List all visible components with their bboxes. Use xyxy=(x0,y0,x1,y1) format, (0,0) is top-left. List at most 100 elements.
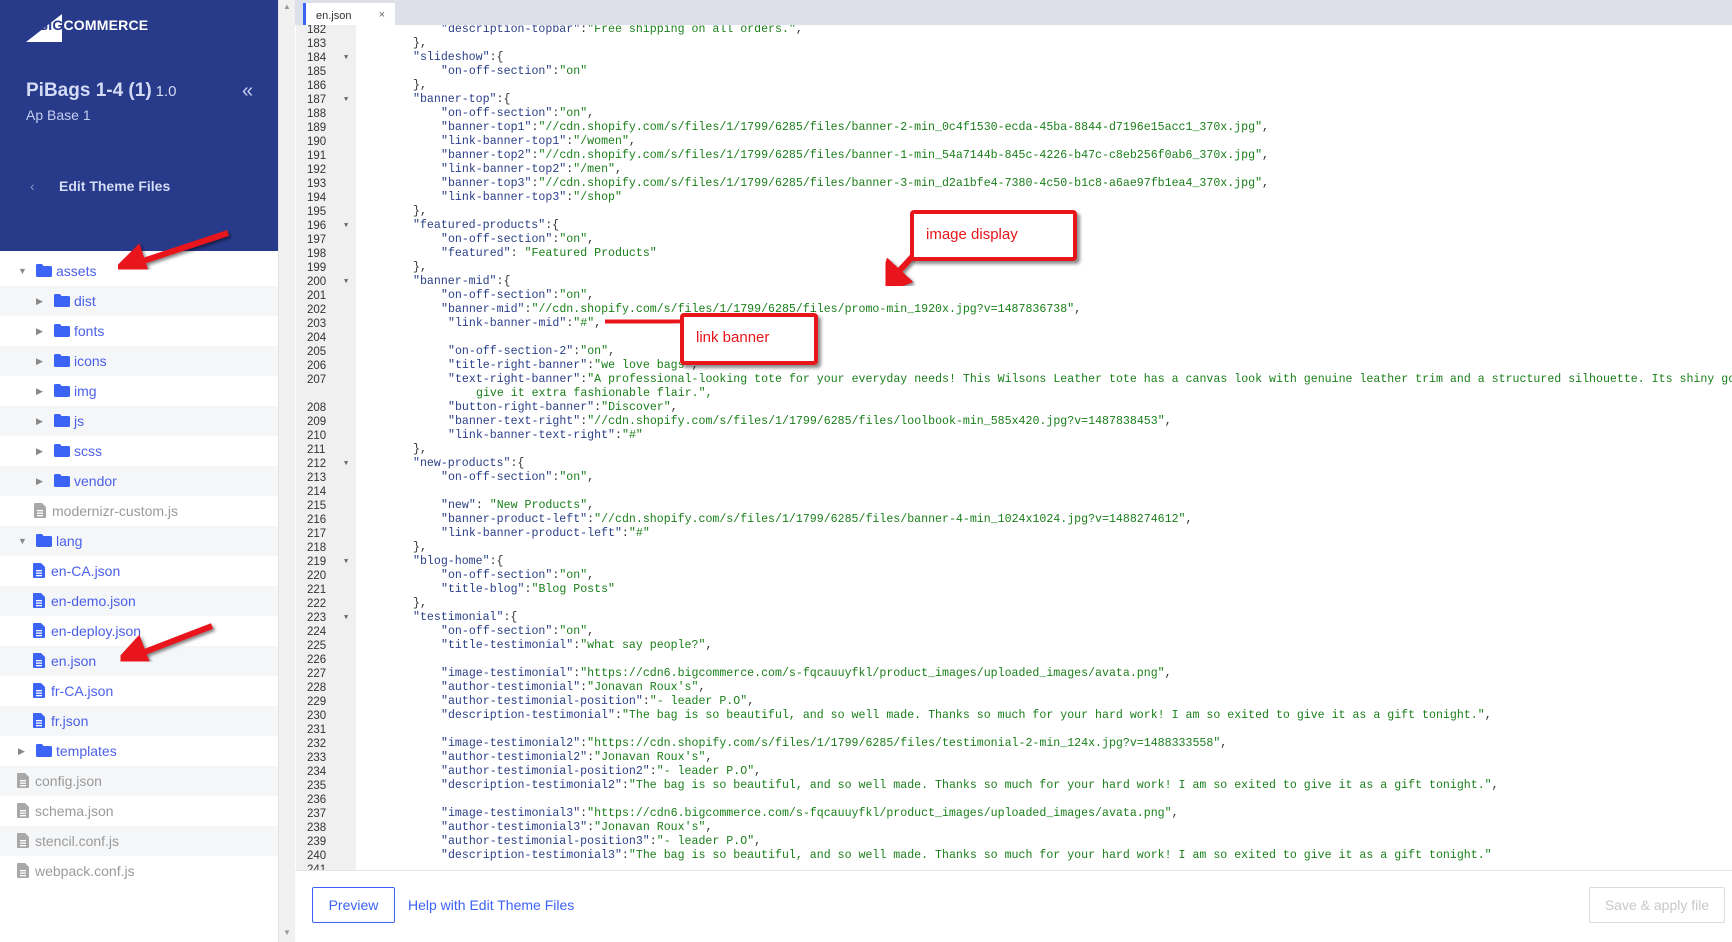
fold-toggle-icon[interactable]: ▼ xyxy=(344,219,348,233)
code-line[interactable]: 225 "title-testimonial":"what say people?… xyxy=(295,639,1732,653)
caret-down-icon[interactable]: ▼ xyxy=(18,266,27,276)
code-line[interactable]: 217 "link-banner-product-left":"#" xyxy=(295,527,1732,541)
caret-right-icon[interactable]: ▶ xyxy=(36,446,43,457)
code-line[interactable]: 231 xyxy=(295,723,1732,737)
code-line[interactable]: 184 ▼ "slideshow":{ xyxy=(295,51,1732,65)
code-line[interactable]: 235 "description-testimonial2":"The bag i… xyxy=(295,779,1732,793)
fold-toggle-icon[interactable]: ▼ xyxy=(344,275,348,289)
tree-item-fr-ca-json[interactable]: fr-CA.json xyxy=(0,676,278,706)
code-line[interactable]: give it extra fashionable flair.", xyxy=(295,387,1732,401)
tree-item-lang[interactable]: ▼ lang xyxy=(0,526,278,556)
code-line[interactable]: 222}, xyxy=(295,597,1732,611)
code-line[interactable]: 228 "author-testimonial":"Jonavan Roux's"… xyxy=(295,681,1732,695)
code-line[interactable]: 200 ▼ "banner-mid":{ xyxy=(295,275,1732,289)
code-line[interactable]: 190 "link-banner-top1":"/women", xyxy=(295,135,1732,149)
help-link[interactable]: Help with Edit Theme Files xyxy=(408,897,574,913)
code-line[interactable]: 199}, xyxy=(295,261,1732,275)
code-line[interactable]: 218}, xyxy=(295,541,1732,555)
code-line[interactable]: 209 "banner-text-right":"//cdn.shopify.co… xyxy=(295,415,1732,429)
fold-toggle-icon[interactable]: ▼ xyxy=(344,93,348,107)
code-line[interactable]: 226 xyxy=(295,653,1732,667)
caret-right-icon[interactable]: ▶ xyxy=(18,746,25,757)
code-line[interactable]: 204 xyxy=(295,331,1732,345)
tree-item-en-deploy-json[interactable]: en-deploy.json xyxy=(0,616,278,646)
code-line[interactable]: 189 "banner-top1":"//cdn.shopify.com/s/fi… xyxy=(295,121,1732,135)
tree-item-stencil-conf-js[interactable]: stencil.conf.js xyxy=(0,826,278,856)
code-line[interactable]: 185 "on-off-section":"on" xyxy=(295,65,1732,79)
code-line[interactable]: 212 ▼ "new-products":{ xyxy=(295,457,1732,471)
code-line[interactable]: 232 "image-testimonial2":"https://cdn.sho… xyxy=(295,737,1732,751)
code-line[interactable]: 203 "link-banner-mid":"#", xyxy=(295,317,1732,331)
code-line[interactable]: 214 xyxy=(295,485,1732,499)
back-chevron-icon[interactable]: ‹ xyxy=(30,178,35,194)
tree-item-modernizr-custom-js[interactable]: modernizr-custom.js xyxy=(0,496,278,526)
code-line[interactable]: 239 "author-testimonial-position3":"- lea… xyxy=(295,835,1732,849)
caret-down-icon[interactable]: ▼ xyxy=(18,536,27,546)
code-line[interactable]: 210 "link-banner-text-right":"#" xyxy=(295,429,1732,443)
code-line[interactable]: 236 xyxy=(295,793,1732,807)
code-line[interactable]: 205 "on-off-section-2":"on", xyxy=(295,345,1732,359)
code-line[interactable]: 186}, xyxy=(295,79,1732,93)
code-editor[interactable]: 182 "description-topbar":"Free shipping o… xyxy=(295,0,1732,870)
tree-item-en-ca-json[interactable]: en-CA.json xyxy=(0,556,278,586)
code-line[interactable]: 201 "on-off-section":"on", xyxy=(295,289,1732,303)
collapse-sidebar-icon[interactable]: « xyxy=(242,80,253,103)
tree-item-fonts[interactable]: ▶ fonts xyxy=(0,316,278,346)
tree-item-webpack-conf-js[interactable]: webpack.conf.js xyxy=(0,856,278,886)
tree-item-scss[interactable]: ▶ scss xyxy=(0,436,278,466)
code-line[interactable]: 221 "title-blog":"Blog Posts" xyxy=(295,583,1732,597)
code-line[interactable]: 187 ▼ "banner-top":{ xyxy=(295,93,1732,107)
fold-toggle-icon[interactable]: ▼ xyxy=(344,555,348,569)
close-tab-icon[interactable]: × xyxy=(379,9,385,21)
code-line[interactable]: 234 "author-testimonial-position2":"- lea… xyxy=(295,765,1732,779)
code-line[interactable]: 219 ▼ "blog-home":{ xyxy=(295,555,1732,569)
code-line[interactable]: 207 "text-right-banner":"A professional-l… xyxy=(295,373,1732,387)
tab-en-json[interactable]: en.json × xyxy=(303,3,395,25)
code-line[interactable]: 229 "author-testimonial-position":"- lead… xyxy=(295,695,1732,709)
code-line[interactable]: 220 "on-off-section":"on", xyxy=(295,569,1732,583)
code-line[interactable]: 216 "banner-product-left":"//cdn.shopify.… xyxy=(295,513,1732,527)
scroll-up-icon[interactable]: ▲ xyxy=(283,2,291,11)
code-area[interactable]: 182 "description-topbar":"Free shipping o… xyxy=(295,25,1732,870)
code-line[interactable]: 237 "image-testimonial3":"https://cdn6.bi… xyxy=(295,807,1732,821)
code-line[interactable]: 182 "description-topbar":"Free shipping o… xyxy=(295,25,1732,37)
preview-button[interactable]: Preview xyxy=(312,887,395,923)
fold-toggle-icon[interactable]: ▼ xyxy=(344,51,348,65)
fold-toggle-icon[interactable]: ▼ xyxy=(344,457,348,471)
tree-item-templates[interactable]: ▶ templates xyxy=(0,736,278,766)
caret-right-icon[interactable]: ▶ xyxy=(36,356,43,367)
code-line[interactable]: 192 "link-banner-top2":"/men", xyxy=(295,163,1732,177)
caret-right-icon[interactable]: ▶ xyxy=(36,416,43,427)
tree-item-en-demo-json[interactable]: en-demo.json xyxy=(0,586,278,616)
caret-right-icon[interactable]: ▶ xyxy=(36,476,43,487)
fold-toggle-icon[interactable]: ▼ xyxy=(344,611,348,625)
tree-item-img[interactable]: ▶ img xyxy=(0,376,278,406)
code-line[interactable]: 188 "on-off-section":"on", xyxy=(295,107,1732,121)
code-line[interactable]: 206 "title-right-banner":"we love bags", xyxy=(295,359,1732,373)
code-line[interactable]: 194 "link-banner-top3":"/shop" xyxy=(295,191,1732,205)
code-line[interactable]: 215 "new": "New Products", xyxy=(295,499,1732,513)
code-line[interactable]: 240 "description-testimonial3":"The bag i… xyxy=(295,849,1732,863)
code-line[interactable]: 230 "description-testimonial":"The bag is… xyxy=(295,709,1732,723)
tree-item-vendor[interactable]: ▶ vendor xyxy=(0,466,278,496)
tree-item-config-json[interactable]: config.json xyxy=(0,766,278,796)
code-line[interactable]: 241 xyxy=(295,863,1732,870)
sidebar-scrollbar[interactable]: ▲ ▼ xyxy=(278,0,295,942)
caret-right-icon[interactable]: ▶ xyxy=(36,326,43,337)
tree-item-icons[interactable]: ▶ icons xyxy=(0,346,278,376)
code-line[interactable]: 223 ▼ "testimonial":{ xyxy=(295,611,1732,625)
code-line[interactable]: 233 "author-testimonial2":"Jonavan Roux's… xyxy=(295,751,1732,765)
code-line[interactable]: 224 "on-off-section":"on", xyxy=(295,625,1732,639)
tree-item-assets[interactable]: ▼ assets xyxy=(0,256,278,286)
scroll-down-icon[interactable]: ▼ xyxy=(283,928,291,937)
code-line[interactable]: 191 "banner-top2":"//cdn.shopify.com/s/fi… xyxy=(295,149,1732,163)
save-apply-button[interactable]: Save & apply file xyxy=(1589,887,1725,923)
code-line[interactable]: 213 "on-off-section":"on", xyxy=(295,471,1732,485)
code-line[interactable]: 202 "banner-mid":"//cdn.shopify.com/s/fil… xyxy=(295,303,1732,317)
code-line[interactable]: 193 "banner-top3":"//cdn.shopify.com/s/fi… xyxy=(295,177,1732,191)
code-line[interactable]: 208 "button-right-banner":"Discover", xyxy=(295,401,1732,415)
tree-item-fr-json[interactable]: fr.json xyxy=(0,706,278,736)
code-line[interactable]: 183}, xyxy=(295,37,1732,51)
tree-item-dist[interactable]: ▶ dist xyxy=(0,286,278,316)
tree-item-js[interactable]: ▶ js xyxy=(0,406,278,436)
